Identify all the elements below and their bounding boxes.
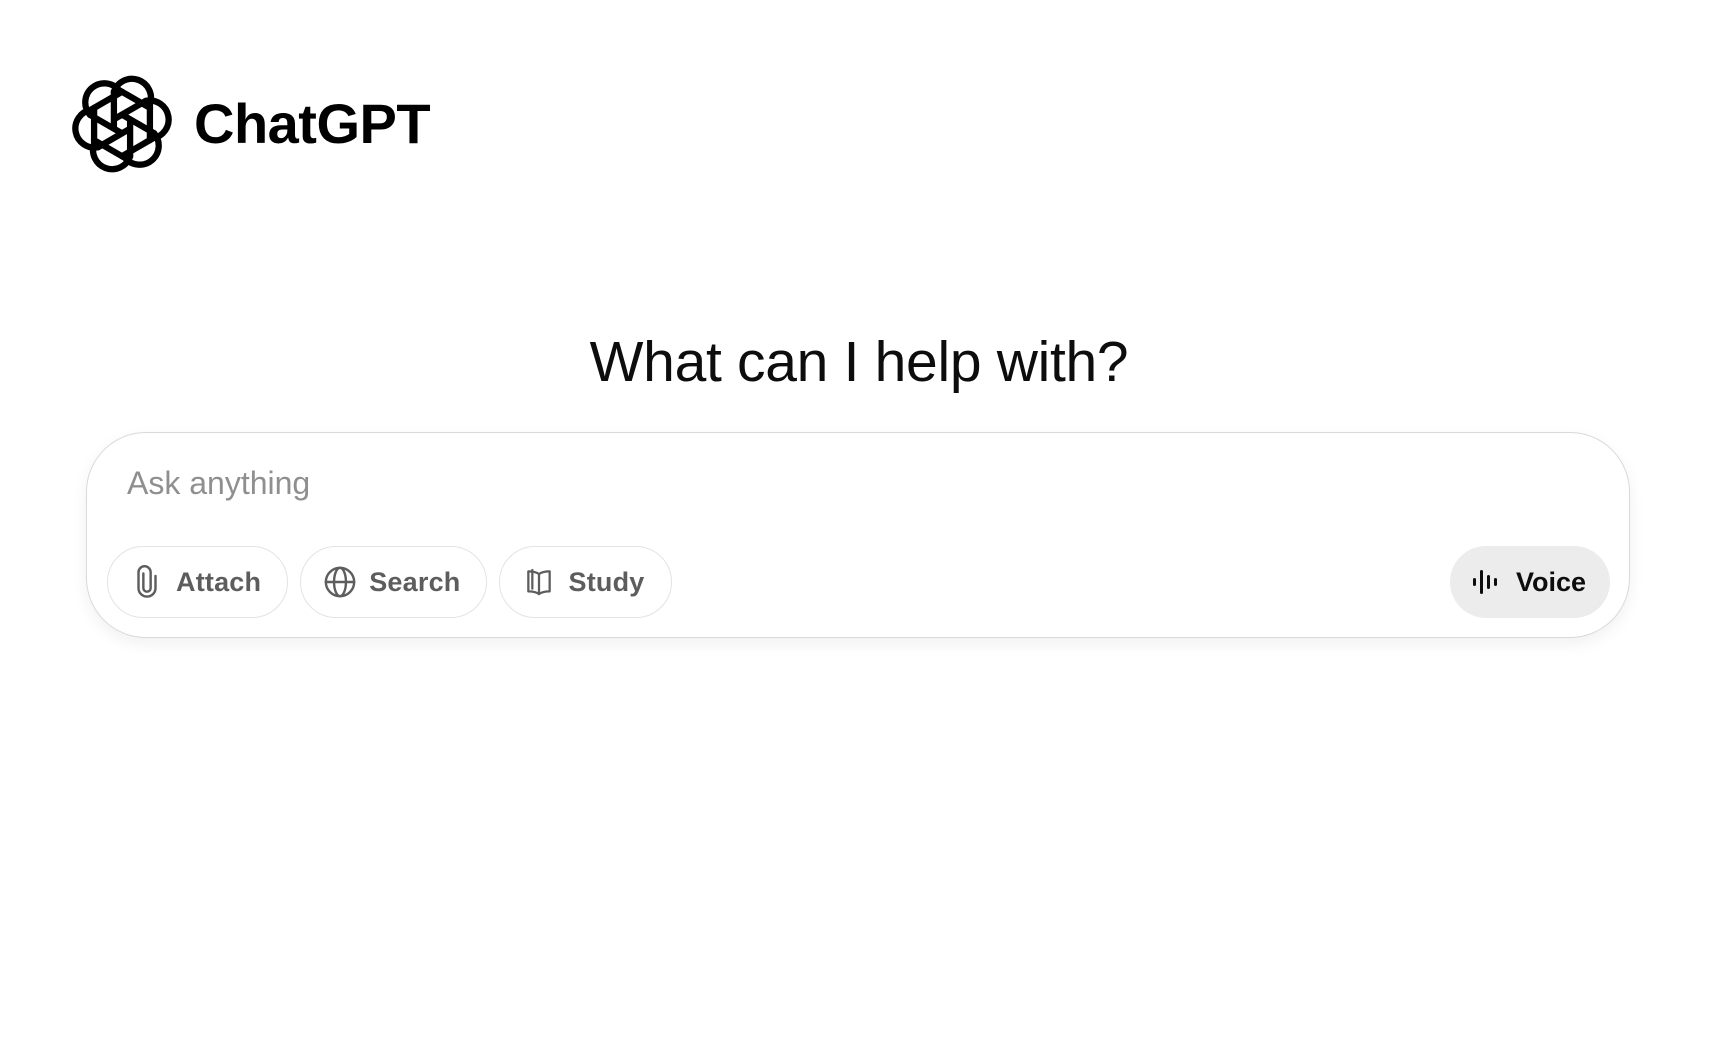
search-label: Search xyxy=(369,566,461,597)
chatgpt-home: ChatGPT What can I help with? Attach xyxy=(0,0,1732,1050)
prompt-composer: Attach Search xyxy=(86,432,1630,638)
brand-header[interactable]: ChatGPT xyxy=(68,70,431,178)
voice-button[interactable]: Voice xyxy=(1449,546,1610,618)
attach-label: Attach xyxy=(176,566,262,597)
voice-waveform-icon xyxy=(1470,565,1504,599)
voice-label: Voice xyxy=(1515,566,1586,597)
brand-name: ChatGPT xyxy=(194,92,431,155)
page-title: What can I help with? xyxy=(589,330,1129,395)
open-book-icon xyxy=(522,565,556,599)
composer-tools: Attach Search Study xyxy=(107,546,672,618)
study-label: Study xyxy=(568,566,645,597)
attach-button[interactable]: Attach xyxy=(107,546,289,618)
globe-icon xyxy=(323,565,357,599)
prompt-input[interactable] xyxy=(127,455,1547,511)
search-button[interactable]: Search xyxy=(300,546,488,618)
openai-logo-icon xyxy=(72,75,172,173)
paperclip-icon xyxy=(130,565,164,599)
study-button[interactable]: Study xyxy=(499,546,672,618)
